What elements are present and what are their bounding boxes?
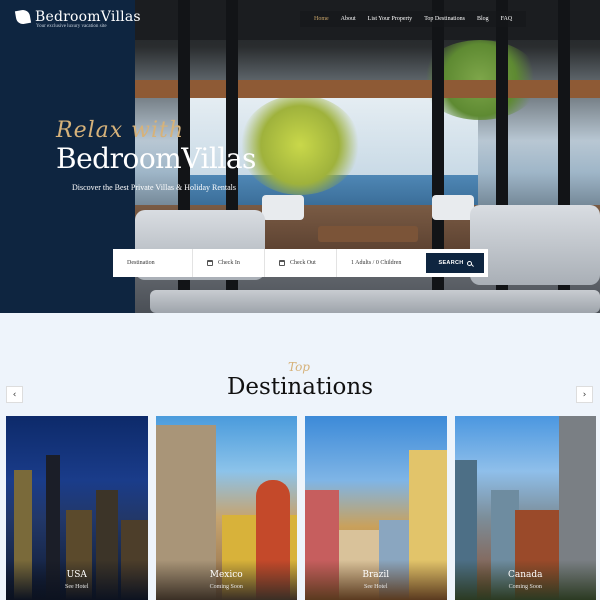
street [155,560,297,600]
hero-beam [135,80,600,98]
destinations-title: Destinations [226,374,374,400]
nav-home[interactable]: Home [308,16,335,22]
nav-list-property[interactable]: List Your Property [362,16,419,22]
hero-chair [432,195,474,220]
destination-card-mexico[interactable]: Mexico Coming Soon [155,416,298,600]
hero-title: BedroomVillas [56,142,256,175]
street [6,560,148,600]
card-title: Mexico [209,570,243,580]
calendar-icon [279,260,285,266]
destination-cards: USA See Hotel Mexico Coming Soon Brazil … [6,416,596,600]
search-button-label: SEARCH [438,260,464,266]
search-button[interactable]: SEARCH [426,253,484,273]
card-title: Brazil [362,570,390,580]
hero-subtitle: Discover the Best Private Villas & Holid… [72,183,237,192]
search-bar: Destination Check In Check Out 1 Adults … [113,249,488,277]
destination-field[interactable]: Destination [113,249,193,277]
nav-top-destinations[interactable]: Top Destinations [418,16,471,22]
hero-tree [240,95,360,195]
main-nav: Home About List Your Property Top Destin… [300,11,527,27]
search-icon [466,260,472,266]
check-in-field[interactable]: Check In [193,249,265,277]
calendar-icon [207,260,213,266]
brand-name: BedroomVillas [35,9,141,25]
guests-field[interactable]: 1 Adults / 0 Children [337,249,425,277]
street [305,560,447,600]
card-link[interactable]: Coming Soon [156,584,298,590]
card-link[interactable]: See Hotel [6,584,148,590]
hero-sofa [150,290,600,313]
destination-card-brazil[interactable]: Brazil See Hotel [305,416,447,600]
carousel-prev-button[interactable]: ‹ [6,386,23,403]
hero-script: Relax with [56,118,185,143]
brand-logo[interactable]: BedroomVillas [14,8,141,26]
card-title: Canada [507,570,543,580]
carousel-next-button[interactable]: › [576,386,593,403]
check-out-label: Check Out [290,260,316,266]
card-link[interactable]: See Hotel [305,584,447,590]
check-in-label: Check In [218,260,240,266]
guests-label: 1 Adults / 0 Children [351,260,402,266]
destination-card-usa[interactable]: USA See Hotel [6,416,148,600]
leaf-icon [14,8,32,26]
hero-chair [262,195,304,220]
hero-sofa [470,205,600,285]
check-out-field[interactable]: Check Out [265,249,337,277]
brand-tagline: Your exclusive luxury vacation site [36,24,107,29]
chevron-right-icon: › [582,389,587,400]
destination-card-canada[interactable]: Canada Coming Soon [454,416,597,600]
destination-label: Destination [127,260,155,266]
chevron-left-icon: ‹ [12,389,17,400]
nav-about[interactable]: About [335,16,362,22]
street [454,560,596,600]
hero-table [318,226,418,242]
card-link[interactable]: Coming Soon [455,584,597,590]
destinations-script: Top [288,360,310,374]
card-title: USA [66,570,87,580]
nav-faq[interactable]: FAQ [495,16,519,22]
nav-blog[interactable]: Blog [471,16,495,22]
